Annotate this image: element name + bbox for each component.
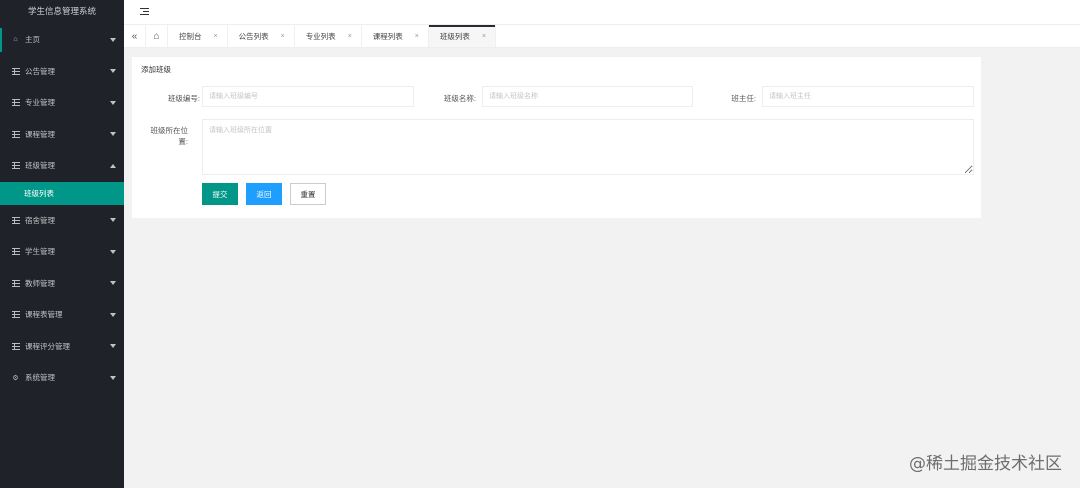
gear-icon: ⚙ [12,374,19,382]
app-title: 学生信息管理系统 [27,6,96,16]
list-icon [11,67,20,76]
chevron-down-icon [110,312,116,317]
location-label: 班级所在位置: [150,126,189,146]
list-icon [11,161,20,170]
double-chevron-left-icon[interactable]: « [124,25,146,47]
sidebar-subitem-class-list[interactable]: 班级列表 [0,181,124,205]
chevron-up-icon [110,163,116,168]
tab-dashboard[interactable]: 控制台 × [168,25,228,47]
chevron-down-icon [110,100,116,105]
menu-toggle-icon[interactable] [140,8,149,15]
card-title: 添加班级 [141,65,171,74]
submit-button[interactable]: 提交 [202,183,238,205]
sidebar-item-label: 教师管理 [25,278,55,288]
list-icon [11,310,20,319]
location-textarea[interactable] [202,119,974,175]
sidebar-item-home[interactable]: ⌂ 主页 [0,24,124,56]
chevron-down-icon [110,218,116,223]
chevron-down-icon [110,37,116,42]
sidebar-item-label: 学生管理 [25,247,55,257]
tab-label: 专业列表 [305,31,336,41]
chevron-down-icon [110,375,116,380]
sidebar-item-label: 课程表管理 [25,310,63,320]
tab-label: 课程列表 [372,31,403,41]
chevron-down-icon [110,249,116,254]
sidebar-item-label: 宿舍管理 [25,215,55,225]
sidebar: 学生信息管理系统 ⌂ 主页 公告管理 专业管理 课程管理 班级管理 班级列表 宿… [0,0,124,488]
list-icon [11,247,20,256]
class-name-label: 班级名称: [443,94,476,103]
class-no-input[interactable] [202,86,414,107]
sidebar-item-label: 课程评分管理 [25,341,70,351]
list-icon [11,342,20,351]
sidebar-item-notices[interactable]: 公告管理 [0,56,124,88]
home-tab-icon[interactable]: ⌂ [146,25,168,47]
sidebar-item-majors[interactable]: 专业管理 [0,87,124,119]
sidebar-item-classes[interactable]: 班级管理 [0,150,124,182]
home-icon: ⌂ [13,36,18,44]
reset-button[interactable]: 重置 [290,183,326,205]
chevron-down-icon [110,69,116,74]
chevron-down-icon [110,344,116,349]
close-icon[interactable]: × [214,33,218,40]
sidebar-item-label: 主页 [25,35,40,45]
sidebar-item-label: 课程管理 [25,129,55,139]
head-teacher-input[interactable] [762,86,974,107]
close-icon[interactable]: × [348,33,352,40]
list-icon [11,98,20,107]
watermark: @稀土掘金技术社区 [909,454,1062,474]
sidebar-item-label: 系统管理 [25,373,55,383]
sidebar-item-label: 公告管理 [25,66,55,76]
sidebar-item-label: 专业管理 [25,98,55,108]
list-icon [11,279,20,288]
sidebar-item-students[interactable]: 学生管理 [0,236,124,268]
tab-class-list[interactable]: 班级列表 × [428,25,496,47]
sidebar-item-teachers[interactable]: 教师管理 [0,268,124,300]
sidebar-item-system[interactable]: ⚙ 系统管理 [0,362,124,394]
close-icon[interactable]: × [482,33,486,40]
tab-major-list[interactable]: 专业列表 × [295,25,362,47]
list-icon [11,216,20,225]
chevron-down-icon [110,281,116,286]
tab-label: 公告列表 [238,31,269,41]
close-icon[interactable]: × [415,33,419,40]
add-class-card: 添加班级 班级编号: 班级名称: 班主任: 班级所在位置: 提交 返回 重置 [132,57,981,218]
class-no-label: 班级编号: [167,94,200,103]
top-header [124,0,1080,24]
sidebar-item-grades[interactable]: 课程评分管理 [0,331,124,363]
sidebar-item-courses[interactable]: 课程管理 [0,119,124,151]
list-icon [11,130,20,139]
tab-label: 控制台 [179,31,202,41]
close-icon[interactable]: × [281,33,285,40]
tabs-bar: « ⌂ 控制台 × 公告列表 × 专业列表 × 课程列表 × 班级列表 × [124,24,1080,48]
sidebar-item-dorms[interactable]: 宿舍管理 [0,205,124,237]
tab-course-list[interactable]: 课程列表 × [362,25,429,47]
tab-notice-list[interactable]: 公告列表 × [228,25,295,47]
head-teacher-label: 班主任: [731,94,756,103]
back-button[interactable]: 返回 [246,183,282,205]
class-name-input[interactable] [482,86,693,107]
sidebar-item-label: 班级管理 [25,161,55,171]
tab-label: 班级列表 [439,31,470,41]
chevron-down-icon [110,132,116,137]
sidebar-item-timetable[interactable]: 课程表管理 [0,299,124,331]
